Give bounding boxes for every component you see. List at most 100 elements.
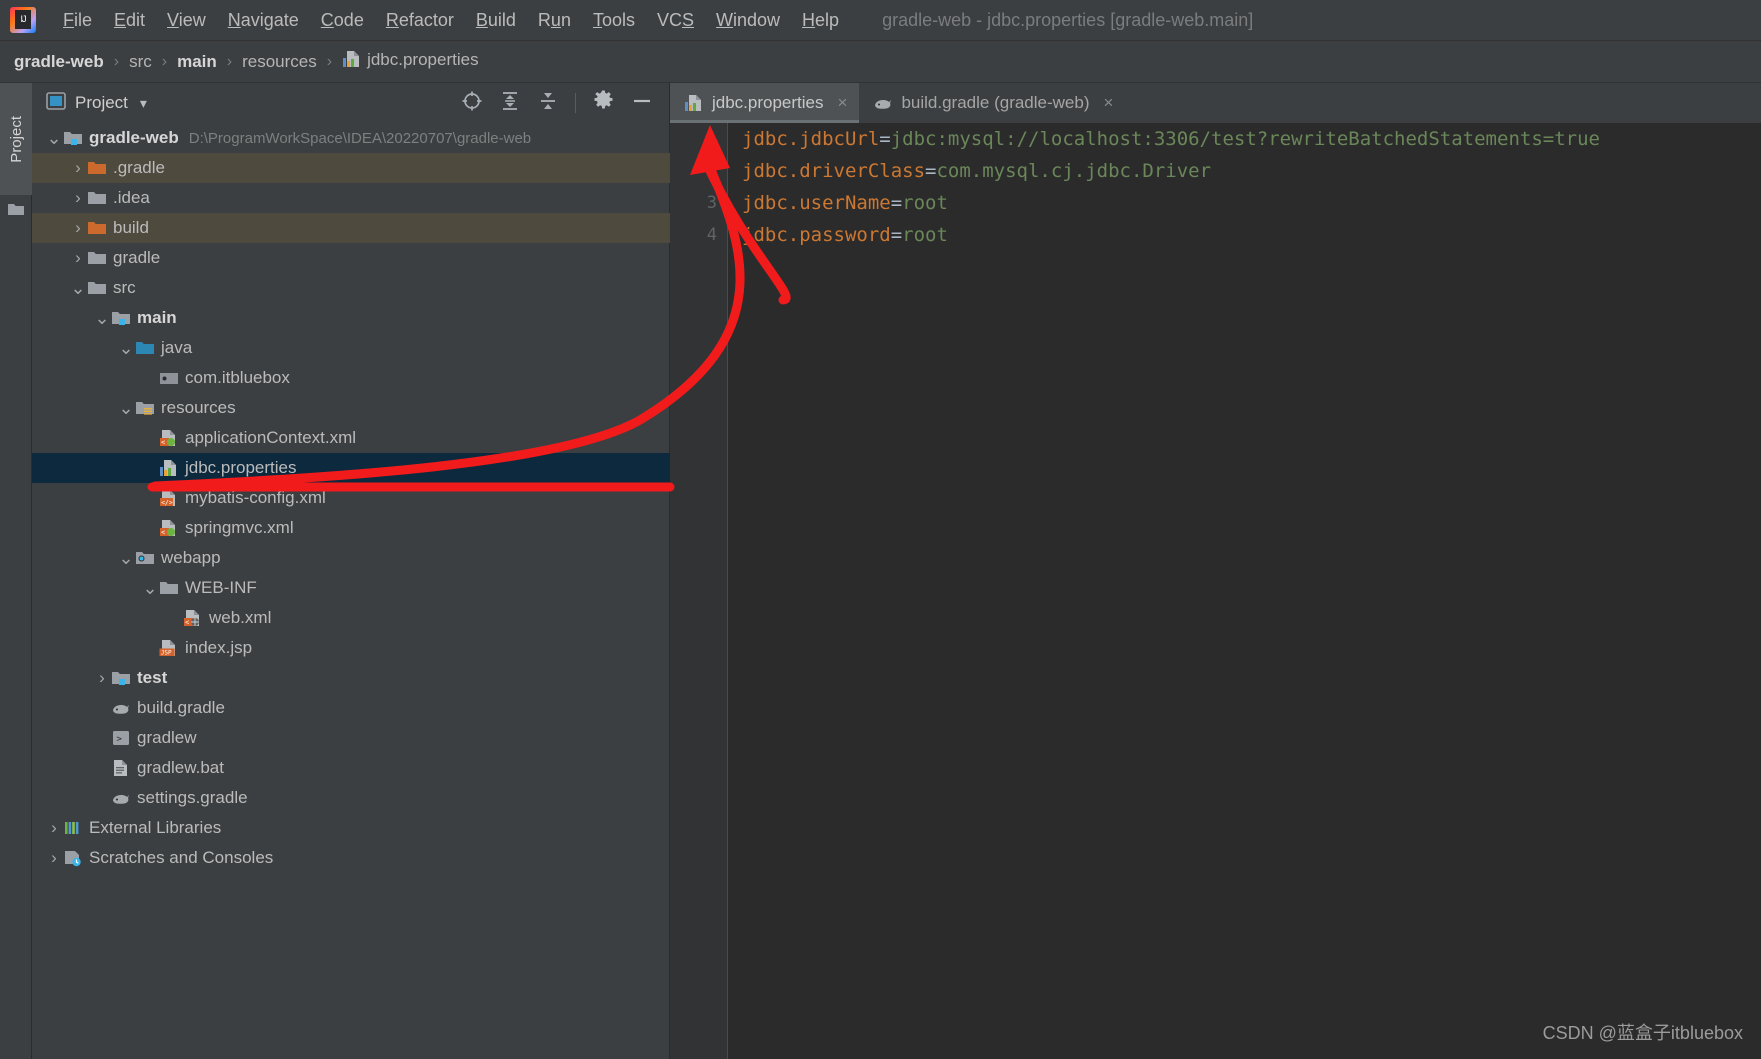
svg-text:JSP: JSP <box>161 650 172 657</box>
node-web-inf[interactable]: ⌄ WEB-INF <box>32 573 670 603</box>
node-build[interactable]: › build <box>32 213 670 243</box>
breadcrumb-item-resources[interactable]: resources <box>242 52 317 72</box>
menu-item-view[interactable]: View <box>156 6 217 35</box>
properties-file-icon <box>342 50 362 73</box>
tool-window-button-project[interactable]: Project <box>0 83 32 195</box>
web-folder-icon <box>134 549 156 567</box>
menu-item-vcs[interactable]: VCS <box>646 6 705 35</box>
project-tree[interactable]: ⌄ gradle-web D:\ProgramWorkSpace\IDEA\2022… <box>32 123 670 1059</box>
code-line[interactable]: jdbc.driverClass=com.mysql.cj.jdbc.Drive… <box>742 155 1761 187</box>
menu-item-code[interactable]: Code <box>310 6 375 35</box>
breadcrumb-item-src[interactable]: src <box>129 52 152 72</box>
tab-build-gradle[interactable]: build.gradle (gradle-web) × <box>859 83 1125 123</box>
menu-item-run[interactable]: Run <box>527 6 582 35</box>
menu-item-edit[interactable]: Edit <box>103 6 156 35</box>
node-dot-gradle[interactable]: › .gradle <box>32 153 670 183</box>
settings-gear-icon[interactable] <box>592 89 615 117</box>
node-dot-idea[interactable]: › .idea <box>32 183 670 213</box>
tree-node-label: jdbc.properties <box>185 458 297 477</box>
tree-node-label: applicationContext.xml <box>185 428 357 447</box>
node-web-xml[interactable]: < web.xml <box>32 603 670 633</box>
chevron-right-icon[interactable]: › <box>94 668 110 688</box>
property-key: jdbc.driverClass <box>742 160 926 182</box>
menu-item-tools[interactable]: Tools <box>582 6 646 35</box>
property-separator: = <box>925 160 937 182</box>
node-jdbc-properties[interactable]: jdbc.properties <box>32 453 670 483</box>
node-gradlew-bat[interactable]: gradlew.bat <box>32 753 670 783</box>
chevron-right-icon[interactable]: › <box>70 188 86 208</box>
tree-node-label: External Libraries <box>89 818 222 837</box>
code-lines[interactable]: jdbc.jdbcUrl=jdbc:mysql://localhost:3306… <box>728 123 1761 1059</box>
libraries-icon <box>62 819 84 837</box>
node-scratches-and-consoles[interactable]: › Scratches and Consoles <box>32 843 670 873</box>
chevron-down-icon[interactable]: ⌄ <box>46 129 62 147</box>
node-external-libraries[interactable]: › External Libraries <box>32 813 670 843</box>
node-application-context-xml[interactable]: < applicationContext.xml <box>32 423 670 453</box>
folder-icon <box>86 189 108 207</box>
chevron-down-icon[interactable]: ⌄ <box>142 579 158 597</box>
excluded-folder-icon <box>86 219 108 237</box>
node-gradle[interactable]: › gradle <box>32 243 670 273</box>
menu-item-help[interactable]: Help <box>791 6 850 35</box>
node-webapp[interactable]: ⌄ webapp <box>32 543 670 573</box>
node-java[interactable]: ⌄ java <box>32 333 670 363</box>
chevron-down-icon[interactable]: ⌄ <box>94 309 110 327</box>
close-icon[interactable]: × <box>1104 93 1114 113</box>
chevron-right-icon[interactable]: › <box>46 818 62 838</box>
module-folder-icon <box>62 129 84 147</box>
node-index-jsp[interactable]: JSP index.jsp <box>32 633 670 663</box>
menu-item-navigate[interactable]: Navigate <box>217 6 310 35</box>
node-settings-gradle[interactable]: settings.gradle <box>32 783 670 813</box>
breadcrumb-item-gradle-web[interactable]: gradle-web <box>14 52 104 72</box>
chevron-right-icon[interactable]: › <box>70 158 86 178</box>
node-gradle-web[interactable]: ⌄ gradle-web D:\ProgramWorkSpace\IDEA\2022… <box>32 123 670 153</box>
node-resources[interactable]: ⌄ resources <box>32 393 670 423</box>
breadcrumb-item-jdbc-properties[interactable]: jdbc.properties <box>342 50 479 73</box>
project-view-icon <box>46 91 66 115</box>
close-icon[interactable]: × <box>838 93 848 113</box>
intellij-logo-icon: IJ <box>10 7 36 33</box>
property-key: jdbc.jdbcUrl <box>742 128 880 150</box>
folder-icon[interactable] <box>7 201 25 222</box>
chevron-right-icon[interactable]: › <box>46 848 62 868</box>
node-build-gradle[interactable]: build.gradle <box>32 693 670 723</box>
menu-item-window[interactable]: Window <box>705 6 791 35</box>
code-line[interactable]: jdbc.jdbcUrl=jdbc:mysql://localhost:3306… <box>742 123 1761 155</box>
node-springmvc-xml[interactable]: < springmvc.xml <box>32 513 670 543</box>
chevron-down-icon[interactable]: ⌄ <box>118 339 134 357</box>
menu-item-build[interactable]: Build <box>465 6 527 35</box>
hide-panel-icon[interactable] <box>631 90 653 117</box>
breadcrumb-separator: › <box>326 52 333 70</box>
tree-node-label: src <box>113 278 136 297</box>
breadcrumb-item-main[interactable]: main <box>177 52 217 72</box>
module-folder-icon <box>110 309 132 327</box>
node-com-itbluebox[interactable]: com.itbluebox <box>32 363 670 393</box>
node-mybatis-config-xml[interactable]: </> mybatis-config.xml <box>32 483 670 513</box>
spring-xml-icon: < <box>158 429 180 447</box>
code-line[interactable]: jdbc.userName=root <box>742 187 1761 219</box>
web-xml-icon: < <box>182 609 204 627</box>
menu-item-file[interactable]: File <box>52 6 103 35</box>
node-gradlew[interactable]: > gradlew <box>32 723 670 753</box>
chevron-down-icon[interactable]: ▾ <box>140 95 147 112</box>
node-main[interactable]: ⌄ main <box>32 303 670 333</box>
node-test[interactable]: › test <box>32 663 670 693</box>
code-line[interactable]: jdbc.password=root <box>742 219 1761 251</box>
expand-all-icon[interactable] <box>499 90 521 117</box>
node-src[interactable]: ⌄ src <box>32 273 670 303</box>
menu-item-refactor[interactable]: Refactor <box>375 6 465 35</box>
chevron-right-icon[interactable]: › <box>70 218 86 238</box>
chevron-right-icon[interactable]: › <box>70 248 86 268</box>
jsp-file-icon: JSP <box>158 639 180 657</box>
collapse-all-icon[interactable] <box>537 90 559 117</box>
select-opened-file-icon[interactable] <box>461 90 483 117</box>
chevron-down-icon[interactable]: ⌄ <box>118 399 134 417</box>
tab-jdbc-properties[interactable]: jdbc.properties × <box>670 83 860 123</box>
tree-node-label: index.jsp <box>185 638 253 657</box>
chevron-down-icon[interactable]: ⌄ <box>70 279 86 297</box>
folder-icon <box>86 249 108 267</box>
code-editor[interactable]: 1234 jdbc.jdbcUrl=jdbc:mysql://localhost… <box>670 123 1761 1059</box>
excluded-folder-icon <box>86 159 108 177</box>
chevron-down-icon[interactable]: ⌄ <box>118 549 134 567</box>
tree-node-label: com.itbluebox <box>185 368 290 387</box>
